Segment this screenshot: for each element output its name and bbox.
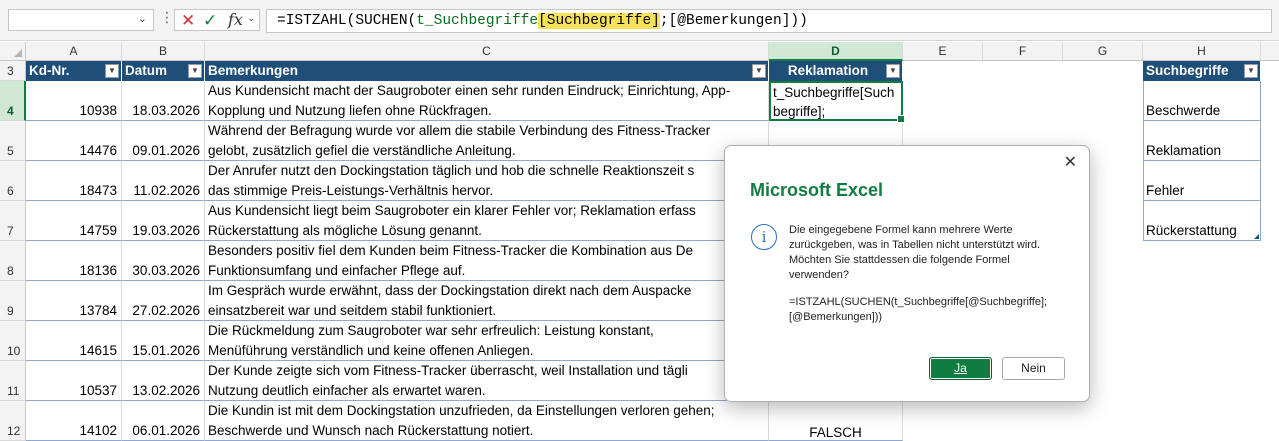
cell-bemerkungen[interactable]: Im Gespräch wurde erwähnt, dass der Dock… (205, 281, 769, 321)
close-icon[interactable]: ✕ (1064, 152, 1077, 172)
header-bemerkungen[interactable]: Bemerkungen ▼ (205, 61, 769, 81)
column-header-e[interactable]: E (903, 42, 983, 61)
dialog-suggested-formula: =ISTZAHL(SUCHEN(t_Suchbegriffe[@Suchbegr… (789, 296, 1048, 308)
row-header-8[interactable]: 8 (0, 241, 26, 281)
header-kd-nr[interactable]: Kd-Nr. ▼ (26, 61, 122, 81)
cell-datum[interactable]: 27.02.2026 (122, 281, 205, 321)
filter-dropdown-icon[interactable]: ▼ (1244, 64, 1258, 78)
search-term-cell[interactable]: Reklamation (1143, 121, 1261, 161)
cell-kd-nr[interactable]: 14759 (26, 201, 122, 241)
cell-kd-nr[interactable]: 10537 (26, 361, 122, 401)
formula-prefix: =ISTZAHL(SUCHEN( (277, 13, 417, 29)
chevron-down-icon[interactable]: ⌄ (138, 12, 147, 25)
search-term-cell[interactable]: Fehler (1143, 161, 1261, 201)
filter-dropdown-icon[interactable]: ▼ (105, 64, 119, 78)
cell-bemerkungen[interactable]: Der Kunde zeigte sich vom Fitness-Tracke… (205, 361, 769, 401)
column-header-a[interactable]: A (26, 42, 122, 61)
fill-handle[interactable] (897, 115, 905, 123)
no-button[interactable]: Nein (1002, 357, 1065, 380)
cell-datum[interactable]: 09.01.2026 (122, 121, 205, 161)
column-header-f[interactable]: F (983, 42, 1063, 61)
formula-buttons: ✕ ✓ fx ⌄ (174, 9, 260, 31)
table-resize-handle[interactable] (1254, 234, 1259, 239)
cell-datum[interactable]: 06.01.2026 (122, 401, 205, 441)
excel-dialog: ✕ Microsoft Excel i Die eingegebene Form… (724, 145, 1090, 402)
row-header-5[interactable]: 5 (0, 121, 26, 161)
cell-kd-nr[interactable]: 10938 (26, 81, 122, 121)
cell-bemerkungen[interactable]: Besonders positiv fiel dem Kunden beim F… (205, 241, 769, 281)
name-box[interactable]: ⌄ (8, 9, 154, 31)
cell-kd-nr[interactable]: 14615 (26, 321, 122, 361)
column-header-g[interactable]: G (1063, 42, 1143, 61)
select-all-corner[interactable] (0, 42, 26, 61)
cell-kd-nr[interactable]: 13784 (26, 281, 122, 321)
cell-bemerkungen[interactable]: Der Anrufer nutzt den Dockingstation täg… (205, 161, 769, 201)
row-header-11[interactable]: 11 (0, 361, 26, 401)
cell-datum[interactable]: 13.02.2026 (122, 361, 205, 401)
column-header-overflow (1261, 42, 1279, 61)
filter-dropdown-icon[interactable]: ▼ (752, 64, 766, 78)
cell-datum[interactable]: 18.03.2026 (122, 81, 205, 121)
more-options-icon[interactable]: ⋮ (160, 9, 174, 26)
cell-bemerkungen[interactable]: Aus Kundensicht liegt beim Saugroboter e… (205, 201, 769, 241)
yes-button[interactable]: Ja (929, 357, 992, 380)
cell-bemerkungen[interactable]: Aus Kundensicht macht der Saugroboter ei… (205, 81, 769, 121)
cell-kd-nr[interactable]: 14476 (26, 121, 122, 161)
enter-icon[interactable]: ✓ (203, 11, 217, 31)
search-term-cell[interactable]: Rückerstattung (1143, 201, 1261, 241)
cell-datum[interactable]: 30.03.2026 (122, 241, 205, 281)
column-header-c[interactable]: C (205, 42, 769, 61)
row-header-4[interactable]: 4 (0, 81, 26, 121)
dialog-message: Die eingegebene Formel kann mehrere Wert… (789, 223, 1079, 325)
row-header-3[interactable]: 3 (0, 61, 26, 81)
formula-input[interactable]: =ISTZAHL(SUCHEN(t_Suchbegriffe[Suchbegri… (266, 9, 1272, 33)
header-datum[interactable]: Datum ▼ (122, 61, 205, 81)
filter-dropdown-icon[interactable]: ▼ (886, 64, 900, 78)
cell-bemerkungen[interactable]: Die Rückmeldung zum Saugroboter war sehr… (205, 321, 769, 361)
header-reklamation[interactable]: Reklamation ▼ (769, 61, 903, 81)
cell-bemerkungen[interactable]: Während der Befragung wurde vor allem di… (205, 121, 769, 161)
search-term-cell[interactable]: Beschwerde (1143, 81, 1261, 121)
cell-kd-nr[interactable]: 14102 (26, 401, 122, 441)
formula-table-ref: t_Suchbegriffe (416, 13, 539, 29)
cancel-icon[interactable]: ✕ (181, 11, 195, 31)
row-header-6[interactable]: 6 (0, 161, 26, 201)
row-header-10[interactable]: 10 (0, 321, 26, 361)
cell-kd-nr[interactable]: 18473 (26, 161, 122, 201)
row-header-9[interactable]: 9 (0, 281, 26, 321)
column-header-b[interactable]: B (122, 42, 205, 61)
column-header-d[interactable]: D (769, 42, 903, 61)
header-suchbegriffe[interactable]: Suchbegriffe ▼ (1143, 61, 1261, 81)
row-header-12[interactable]: 12 (0, 401, 26, 441)
insert-function-icon[interactable]: fx (228, 10, 243, 29)
filter-dropdown-icon[interactable]: ▼ (188, 64, 202, 78)
formula-suffix: ;[@Bemerkungen])) (659, 13, 808, 29)
chevron-down-icon[interactable]: ⌄ (247, 13, 255, 24)
column-header-h[interactable]: H (1143, 42, 1261, 61)
cell-reklamation[interactable]: FALSCH (769, 401, 903, 441)
dialog-title: Microsoft Excel (750, 180, 884, 200)
cell-datum[interactable]: 11.02.2026 (122, 161, 205, 201)
cell-bemerkungen[interactable]: Die Kundin ist mit dem Dockingstation un… (205, 401, 769, 441)
formula-highlight-ref: [Suchbegriffe] (538, 13, 660, 29)
info-icon: i (751, 224, 777, 250)
active-cell-d4[interactable]: t_Suchbegriffe[Such begriffe]; (769, 81, 905, 123)
cell-datum[interactable]: 15.01.2026 (122, 321, 205, 361)
formula-bar: ⌄ ⋮ ✕ ✓ fx ⌄ =ISTZAHL(SUCHEN(t_Suchbegri… (0, 0, 1279, 41)
cell-kd-nr[interactable]: 18136 (26, 241, 122, 281)
row-header-7[interactable]: 7 (0, 201, 26, 241)
cell-datum[interactable]: 19.03.2026 (122, 201, 205, 241)
